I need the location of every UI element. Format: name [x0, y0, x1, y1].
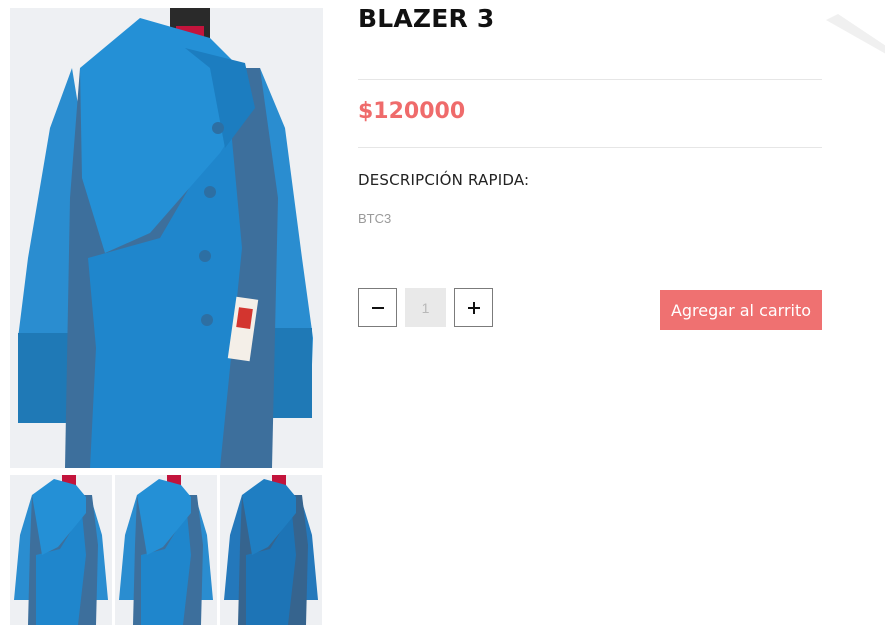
minus-icon — [371, 306, 384, 309]
quantity-decrement-button[interactable] — [358, 288, 397, 327]
coat-thumbnail-image — [220, 475, 322, 625]
description-heading: DESCRIPCIÓN RAPIDA: — [358, 171, 530, 189]
thumbnail-strip — [10, 475, 323, 625]
divider — [358, 147, 822, 148]
coat-image — [10, 8, 323, 468]
divider — [358, 79, 822, 80]
decorative-corner-shape — [826, 14, 885, 54]
product-title: BLAZER 3 — [358, 4, 495, 33]
coat-thumbnail-image — [10, 475, 112, 625]
quantity-stepper — [358, 288, 493, 327]
thumbnail-3[interactable] — [220, 475, 322, 625]
plus-icon — [467, 301, 480, 314]
thumbnail-1[interactable] — [10, 475, 112, 625]
quantity-increment-button[interactable] — [454, 288, 493, 327]
product-main-image[interactable] — [10, 8, 323, 468]
coat-thumbnail-image — [115, 475, 217, 625]
description-text: BTC3 — [358, 211, 392, 226]
product-price: $120000 — [358, 99, 466, 124]
add-to-cart-button[interactable]: Agregar al carrito — [660, 290, 822, 330]
thumbnail-2[interactable] — [115, 475, 217, 625]
quantity-input[interactable] — [405, 288, 446, 327]
